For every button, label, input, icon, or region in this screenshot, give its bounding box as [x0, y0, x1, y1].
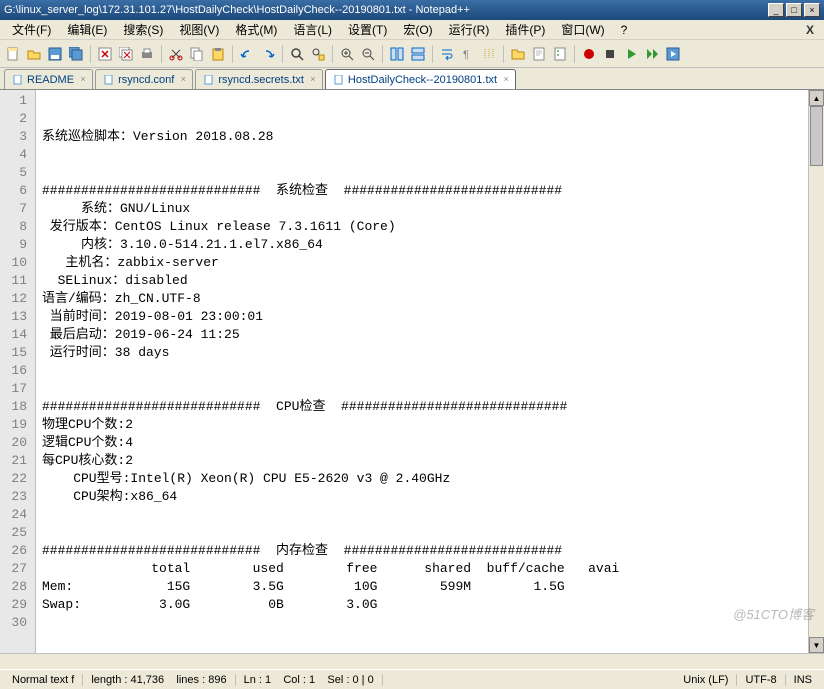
show-all-chars-icon[interactable]: ¶: [459, 45, 477, 63]
menu-language[interactable]: 语言(L): [285, 19, 340, 40]
horizontal-scrollbar[interactable]: [0, 653, 824, 669]
menu-run[interactable]: 运行(R): [441, 19, 498, 40]
toolbar: ¶: [0, 40, 824, 68]
sync-v-icon[interactable]: [388, 45, 406, 63]
menu-view[interactable]: 视图(V): [171, 19, 227, 40]
save-icon[interactable]: [46, 45, 64, 63]
status-eol: Unix (LF): [675, 674, 737, 686]
save-macro-icon[interactable]: [664, 45, 682, 63]
minimize-button[interactable]: _: [768, 3, 784, 17]
new-file-icon[interactable]: [4, 45, 22, 63]
close-all-icon[interactable]: [117, 45, 135, 63]
scroll-up-icon[interactable]: ▲: [809, 90, 824, 106]
tab-label: rsyncd.conf: [118, 74, 174, 86]
tab-label: HostDailyCheck--20190801.txt: [348, 74, 497, 86]
scroll-thumb[interactable]: [810, 106, 823, 166]
menu-edit[interactable]: 编辑(E): [59, 19, 115, 40]
folder-view-icon[interactable]: [509, 45, 527, 63]
toolbar-separator: [90, 45, 91, 63]
status-position: Ln : 1 Col : 1 Sel : 0 | 0: [236, 674, 383, 686]
menu-format[interactable]: 格式(M): [227, 19, 285, 40]
file-tab[interactable]: rsyncd.conf ×: [95, 69, 193, 89]
save-all-icon[interactable]: [67, 45, 85, 63]
file-tab-active[interactable]: HostDailyCheck--20190801.txt ×: [325, 69, 516, 89]
close-button[interactable]: ×: [804, 3, 820, 17]
doc-map-icon[interactable]: [530, 45, 548, 63]
menu-macro[interactable]: 宏(O): [395, 19, 440, 40]
toolbar-separator: [432, 45, 433, 63]
cut-icon[interactable]: [167, 45, 185, 63]
play-macro-icon[interactable]: [622, 45, 640, 63]
toolbar-separator: [161, 45, 162, 63]
toolbar-separator: [382, 45, 383, 63]
print-icon[interactable]: [138, 45, 156, 63]
tab-close-icon[interactable]: ×: [307, 73, 319, 85]
status-filetype: Normal text f: [4, 674, 83, 686]
line-number-gutter: 1234567891011121314151617181920212223242…: [0, 90, 36, 653]
window-title: G:\linux_server_log\172.31.101.27\HostDa…: [4, 4, 768, 16]
indent-guide-icon[interactable]: [480, 45, 498, 63]
open-file-icon[interactable]: [25, 45, 43, 63]
redo-icon[interactable]: [259, 45, 277, 63]
stop-macro-icon[interactable]: [601, 45, 619, 63]
menu-plugins[interactable]: 插件(P): [497, 19, 553, 40]
window-titlebar: G:\linux_server_log\172.31.101.27\HostDa…: [0, 0, 824, 20]
statusbar: Normal text f length : 41,736 lines : 89…: [0, 669, 824, 689]
tab-close-icon[interactable]: ×: [177, 73, 189, 85]
play-multi-icon[interactable]: [643, 45, 661, 63]
file-tab[interactable]: rsyncd.secrets.txt ×: [195, 69, 323, 89]
code-editor[interactable]: 系统巡检脚本：Version 2018.08.28 ##############…: [36, 90, 808, 653]
wordwrap-icon[interactable]: [438, 45, 456, 63]
status-length: length : 41,736 lines : 896: [83, 674, 235, 686]
replace-icon[interactable]: [309, 45, 327, 63]
vertical-scrollbar[interactable]: ▲ ▼: [808, 90, 824, 653]
toolbar-separator: [232, 45, 233, 63]
menu-file[interactable]: 文件(F): [4, 19, 59, 40]
toolbar-separator: [332, 45, 333, 63]
file-tab[interactable]: README ×: [4, 69, 93, 89]
tab-label: rsyncd.secrets.txt: [218, 74, 304, 86]
copy-icon[interactable]: [188, 45, 206, 63]
zoom-in-icon[interactable]: [338, 45, 356, 63]
menubar: 文件(F) 编辑(E) 搜索(S) 视图(V) 格式(M) 语言(L) 设置(T…: [0, 20, 824, 40]
tab-close-icon[interactable]: ×: [77, 73, 89, 85]
zoom-out-icon[interactable]: [359, 45, 377, 63]
menu-window[interactable]: 窗口(W): [553, 19, 612, 40]
sync-h-icon[interactable]: [409, 45, 427, 63]
mdi-close-button[interactable]: X: [800, 23, 820, 37]
menu-search[interactable]: 搜索(S): [115, 19, 171, 40]
status-encoding: UTF-8: [737, 674, 785, 686]
svg-text:¶: ¶: [463, 49, 469, 61]
toolbar-separator: [503, 45, 504, 63]
editor-area: 1234567891011121314151617181920212223242…: [0, 90, 824, 653]
tab-label: README: [27, 74, 74, 86]
file-icon: [104, 75, 114, 85]
function-list-icon[interactable]: [551, 45, 569, 63]
file-icon: [334, 75, 344, 85]
file-tabbar: README × rsyncd.conf × rsyncd.secrets.tx…: [0, 68, 824, 90]
find-icon[interactable]: [288, 45, 306, 63]
record-macro-icon[interactable]: [580, 45, 598, 63]
status-ovr: INS: [786, 674, 820, 686]
maximize-button[interactable]: □: [786, 3, 802, 17]
file-icon: [204, 75, 214, 85]
tab-close-icon[interactable]: ×: [500, 73, 512, 85]
scroll-down-icon[interactable]: ▼: [809, 637, 824, 653]
file-icon: [13, 75, 23, 85]
paste-icon[interactable]: [209, 45, 227, 63]
close-file-icon[interactable]: [96, 45, 114, 63]
toolbar-separator: [282, 45, 283, 63]
toolbar-separator: [574, 45, 575, 63]
menu-settings[interactable]: 设置(T): [340, 19, 395, 40]
undo-icon[interactable]: [238, 45, 256, 63]
menu-help[interactable]: ?: [613, 21, 636, 39]
window-controls: _ □ ×: [768, 3, 820, 17]
